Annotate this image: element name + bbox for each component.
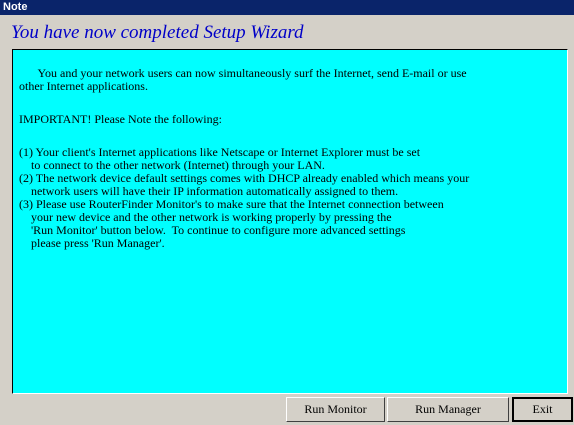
setup-wizard-window: Note You have now completed Setup Wizard… (0, 0, 574, 425)
window-title: Note (3, 1, 28, 13)
note-text-panel: You and your network users can now simul… (12, 49, 568, 394)
wizard-heading: You have now completed Setup Wizard (11, 22, 304, 43)
intro-line: other Internet applications. (19, 79, 148, 93)
note-line: please press 'Run Manager'. (19, 236, 165, 250)
important-notice: IMPORTANT! Please Note the following: (19, 112, 222, 126)
exit-button[interactable]: Exit (512, 397, 573, 422)
run-manager-button[interactable]: Run Manager (387, 397, 509, 422)
run-monitor-button[interactable]: Run Monitor (286, 397, 385, 422)
title-bar[interactable]: Note (0, 0, 574, 15)
